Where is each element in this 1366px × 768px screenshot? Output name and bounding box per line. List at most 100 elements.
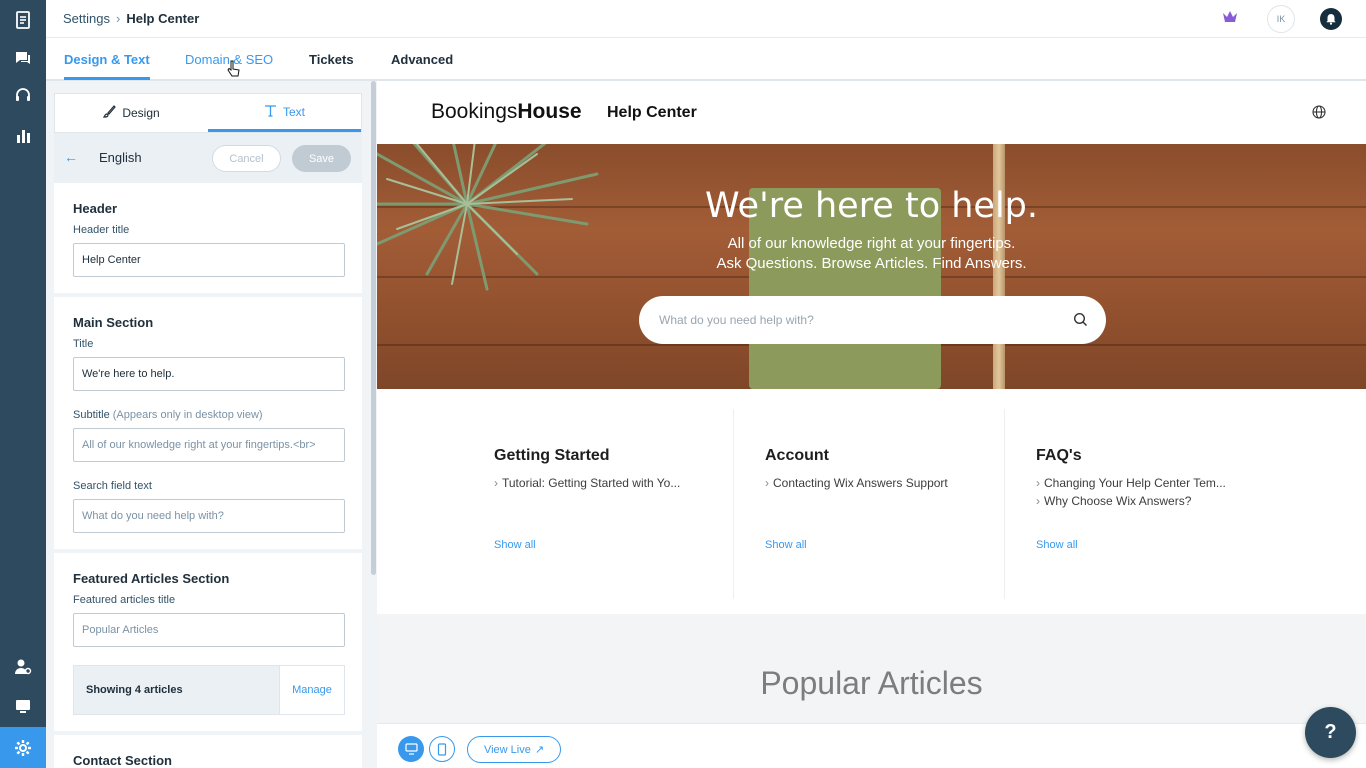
main-section-title: Main Section — [73, 315, 154, 330]
category-account: Account › Contacting Wix Answers Support … — [765, 447, 1005, 551]
breadcrumb-parent[interactable]: Settings — [63, 11, 110, 26]
featured-articles-title-label: Featured articles title — [73, 594, 176, 606]
tab-tickets[interactable]: Tickets — [309, 52, 354, 67]
active-tab-indicator — [64, 77, 150, 80]
chevron-right-icon: › — [494, 476, 498, 490]
help-search-bar[interactable]: What do you need help with? — [639, 296, 1106, 344]
mouse-pointer-icon — [226, 60, 240, 83]
left-rail — [0, 0, 46, 768]
help-center-preview: BookingsHouse Help Center We're here to … — [377, 81, 1366, 768]
hero-subtitle: All of our knowledge right at your finge… — [377, 234, 1366, 274]
subtitle-label-text: Subtitle — [73, 409, 110, 421]
hero-subtitle-line-1: All of our knowledge right at your finge… — [727, 235, 1016, 252]
hero-banner: We're here to help. All of our knowledge… — [377, 144, 1366, 389]
subtab-text-label: Text — [282, 104, 305, 119]
language-label: English — [99, 150, 142, 165]
featured-articles-title-field[interactable]: Popular Articles — [73, 613, 345, 647]
search-text-field[interactable]: What do you need help with? — [73, 499, 345, 533]
analytics-icon[interactable] — [0, 116, 46, 156]
subtitle-label: Subtitle (Appears only in desktop view) — [73, 409, 344, 421]
category-article[interactable]: › Contacting Wix Answers Support — [765, 474, 1005, 492]
breadcrumb: Settings › Help Center — [63, 11, 199, 26]
back-arrow-icon[interactable]: ← — [64, 149, 78, 165]
category-title[interactable]: Getting Started — [494, 447, 734, 465]
featured-section-title: Featured Articles Section — [73, 571, 230, 586]
title-field[interactable]: We're here to help. — [73, 357, 345, 391]
language-row: ← English Cancel Save — [54, 133, 362, 183]
manage-articles-row: Showing 4 articles Manage — [73, 665, 345, 715]
help-fab-button[interactable]: ? — [1305, 707, 1356, 758]
subtab-design[interactable]: Design — [55, 94, 208, 132]
show-all-link[interactable]: Show all — [765, 539, 807, 551]
external-link-icon: ↗ — [534, 744, 545, 756]
site-title: Help Center — [607, 104, 697, 121]
logo-light: Bookings — [431, 100, 518, 123]
desktop-view-icon[interactable] — [398, 736, 424, 762]
hero-subtitle-line-2: Ask Questions. Browse Articles. Find Ans… — [716, 255, 1027, 272]
top-bar: Settings › Help Center IK — [46, 0, 1366, 38]
users-icon[interactable] — [0, 647, 46, 687]
tab-advanced[interactable]: Advanced — [391, 52, 453, 67]
globe-icon[interactable] — [1312, 105, 1326, 124]
view-live-button[interactable]: View Live ↗ — [467, 736, 561, 763]
featured-articles-section: Featured Articles Section Featured artic… — [54, 553, 362, 731]
view-live-label: View Live — [483, 743, 531, 756]
subtitle-hint: (Appears only in desktop view) — [112, 409, 263, 421]
header-title-label: Header title — [73, 224, 130, 236]
category-divider — [1004, 409, 1005, 599]
cancel-button[interactable]: Cancel — [212, 145, 281, 172]
article-link: Changing Your Help Center Tem... — [1044, 476, 1226, 490]
show-all-link[interactable]: Show all — [494, 539, 536, 551]
text-icon — [264, 104, 277, 120]
tickets-icon[interactable] — [0, 38, 46, 78]
article-link: Contacting Wix Answers Support — [773, 476, 948, 490]
category-article[interactable]: › Why Choose Wix Answers? — [1036, 492, 1276, 510]
mobile-view-icon[interactable] — [429, 736, 455, 762]
preview-toolbar: View Live ↗ — [377, 723, 1366, 768]
help-search-placeholder: What do you need help with? — [659, 313, 814, 327]
category-getting-started: Getting Started › Tutorial: Getting Start… — [494, 447, 734, 551]
save-button[interactable]: Save — [292, 145, 351, 172]
popular-articles-title: Popular Articles — [760, 665, 983, 701]
category-title[interactable]: FAQ's — [1036, 447, 1276, 465]
brush-icon — [102, 105, 117, 121]
header-title-field[interactable]: Help Center — [73, 243, 345, 277]
category-faqs: FAQ's › Changing Your Help Center Tem... … — [1036, 447, 1276, 551]
category-article[interactable]: › Tutorial: Getting Started with Yo... — [494, 474, 734, 492]
contact-section: Contact Section — [54, 735, 362, 768]
chevron-right-icon: › — [1036, 476, 1040, 490]
categories-section: Getting Started › Tutorial: Getting Start… — [377, 389, 1366, 614]
category-article[interactable]: › Changing Your Help Center Tem... — [1036, 474, 1276, 492]
manage-articles-button[interactable]: Manage — [279, 666, 344, 714]
logo-bold: House — [517, 100, 582, 123]
article-link: Why Choose Wix Answers? — [1044, 494, 1192, 508]
showing-articles-count: Showing 4 articles — [74, 666, 279, 714]
show-all-link[interactable]: Show all — [1036, 539, 1078, 551]
avatar[interactable]: IK — [1267, 5, 1295, 33]
breadcrumb-separator: › — [115, 11, 121, 26]
tab-design-text[interactable]: Design & Text — [64, 52, 150, 67]
headset-icon[interactable] — [0, 76, 46, 116]
panel-scrollbar[interactable] — [371, 81, 376, 575]
category-divider — [733, 409, 734, 599]
header-section-title: Header — [73, 201, 118, 216]
crown-icon[interactable] — [1222, 10, 1238, 29]
notifications-bell-icon[interactable] — [1320, 8, 1342, 30]
subtitle-field[interactable]: All of our knowledge right at your finge… — [73, 428, 345, 462]
popular-articles-section: Popular Articles — [377, 614, 1366, 724]
article-link: Tutorial: Getting Started with Yo... — [502, 476, 681, 490]
title-label: Title — [73, 338, 94, 350]
chevron-right-icon: › — [765, 476, 769, 490]
search-icon[interactable] — [1073, 312, 1088, 332]
breadcrumb-current: Help Center — [126, 11, 200, 26]
chevron-right-icon: › — [1036, 494, 1040, 508]
site-logo: BookingsHouse — [431, 100, 582, 124]
contact-section-title: Contact Section — [73, 753, 172, 768]
category-title[interactable]: Account — [765, 447, 1005, 465]
articles-icon[interactable] — [0, 0, 46, 40]
settings-icon[interactable] — [0, 727, 46, 768]
widget-icon[interactable] — [0, 686, 46, 726]
design-text-subtabs: Design Text — [54, 93, 362, 133]
search-field-label: Search field text — [73, 480, 152, 492]
subtab-text[interactable]: Text — [208, 94, 361, 132]
